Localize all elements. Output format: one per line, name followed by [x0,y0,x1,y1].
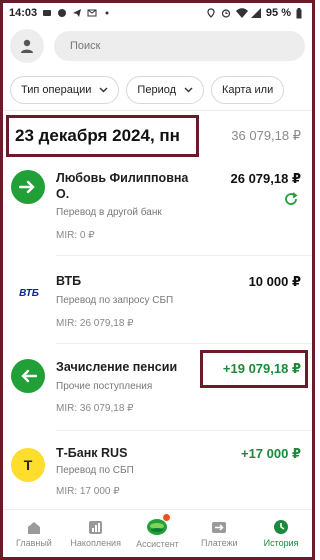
search-row: Поиск [10,28,305,64]
notification-icon [42,8,52,18]
home-icon [27,521,40,534]
separator [56,343,315,344]
transaction-subtitle: Перевод по СБП [56,465,134,476]
payments-icon [212,521,227,533]
battery-icon [296,8,306,19]
chip-label: Период [137,84,177,96]
wifi-icon [235,8,248,18]
bottom-tab-bar: Главный Накопления Ассистент Платежи Ист… [3,509,312,557]
tbank-logo: Т [11,448,45,482]
filter-period[interactable]: Период [126,76,205,104]
transaction-name: ВТБ [56,274,82,288]
chip-label: Карта или [222,84,274,96]
search-placeholder: Поиск [70,40,101,52]
tab-label: Ассистент [136,539,179,549]
tab-label: История [263,538,299,548]
transaction-subtitle: Перевод по запросу СБП [56,295,174,306]
location-icon [206,8,216,18]
name-line-1: Любовь Филипповна [56,171,189,185]
day-total: 36 079,18 ₽ [231,128,301,143]
search-input[interactable]: Поиск [54,31,305,61]
divider [3,110,312,111]
refresh-icon[interactable] [283,191,299,212]
chip-label: Тип операции [21,84,92,96]
signal-icon [250,8,261,18]
transaction-item[interactable]: Т Т-Банк RUS Перевод по СБП MIR: 17 000 … [0,445,315,507]
transaction-name: Т-Банк RUS [56,446,128,460]
status-bar: 14:03 95 % [3,3,312,23]
savings-icon [89,520,103,534]
person-icon [21,39,33,53]
filter-operation-type[interactable]: Тип операции [10,76,120,104]
separator [56,255,315,256]
tab-payments[interactable]: Платежи [188,510,250,557]
transaction-card: MIR: 36 079,18 ₽ [56,403,134,414]
transaction-item[interactable]: ВТБ ВТБ Перевод по запросу СБП MIR: 26 0… [0,273,315,335]
arrow-right-icon [11,170,45,204]
transaction-name: Любовь Филипповна О. [56,170,188,202]
history-icon [274,520,289,534]
chevron-down-icon [99,87,108,93]
tab-savings[interactable]: Накопления [65,510,127,557]
tab-assistant[interactable]: Ассистент [127,510,189,557]
status-time: 14:03 [9,7,38,19]
name-line-2: О. [56,187,70,201]
vtb-logo-text: ВТБ [19,287,39,299]
tbank-logo-text: Т [23,457,33,473]
filter-card[interactable]: Карта или [211,76,285,104]
tab-label: Главный [15,537,52,548]
transaction-card: MIR: 0 ₽ [56,230,95,241]
transaction-subtitle: Перевод в другой банк [56,207,162,218]
battery-level: 95 % [265,7,291,19]
amount-highlight-box [200,350,308,388]
profile-avatar[interactable] [10,29,44,63]
arrow-left-icon [11,359,45,393]
alarm-icon [221,8,231,18]
transaction-amount: +17 000 ₽ [240,446,301,461]
transaction-name: Зачисление пенсии [56,360,178,374]
transaction-item[interactable]: Любовь Филипповна О. Перевод в другой ба… [0,170,315,248]
message-icon [57,8,67,18]
notification-dot [162,514,170,521]
transaction-subtitle: Прочие поступления [56,381,153,392]
filter-chips: Тип операции Период Карта или [10,76,315,106]
chevron-down-icon [184,87,193,93]
separator [56,430,315,431]
more-dots-icon [102,8,112,18]
day-header-date: 23 декабря 2024, пн [6,115,199,157]
vtb-logo: ВТБ [12,276,46,310]
tab-history[interactable]: История [250,510,312,557]
transaction-amount: 10 000 ₽ [248,274,301,289]
transaction-amount: 26 079,18 ₽ [230,171,302,186]
mail-icon [87,8,97,18]
tab-home[interactable]: Главный [3,510,65,557]
tab-label: Накопления [70,537,121,548]
telegram-icon [72,8,82,18]
transaction-card: MIR: 17 000 ₽ [56,486,120,497]
transaction-card: MIR: 26 079,18 ₽ [56,318,134,329]
tab-label: Платежи [201,537,238,548]
